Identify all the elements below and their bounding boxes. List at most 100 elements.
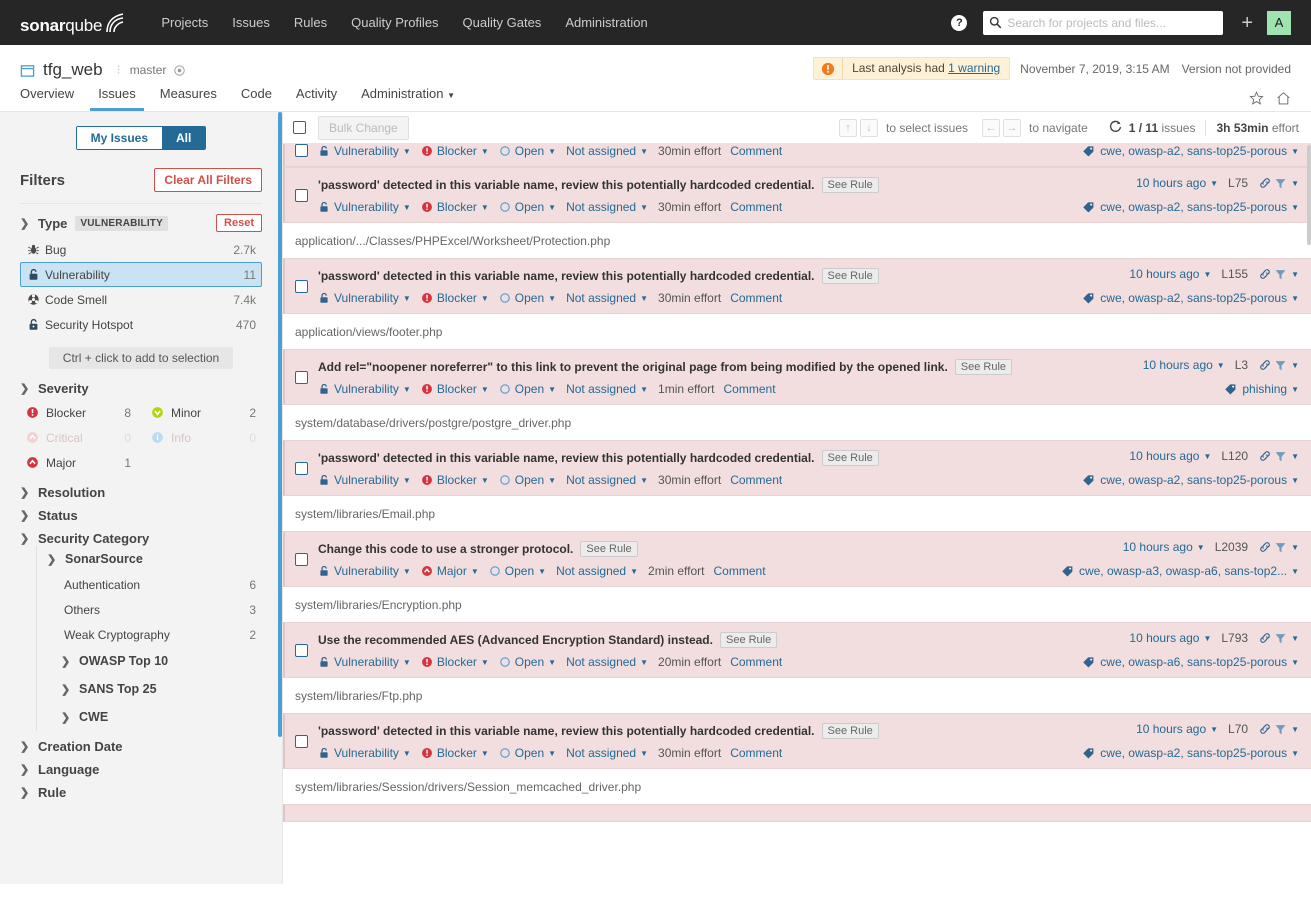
issue-type[interactable]: Vulnerability ▼: [318, 200, 411, 214]
all-issues-button[interactable]: All: [162, 127, 206, 149]
issue-age[interactable]: 10 hours ago: [1129, 267, 1199, 281]
issue-comment-link[interactable]: Comment: [730, 746, 782, 760]
facet-item-vulnerability[interactable]: Vulnerability 11: [20, 262, 262, 287]
issue-comment-link[interactable]: Comment: [730, 291, 782, 305]
issue-type[interactable]: Vulnerability ▼: [318, 291, 411, 305]
tab-activity[interactable]: Activity: [288, 86, 345, 111]
facet-group-cwe[interactable]: ❯ CWE: [47, 703, 262, 731]
see-rule-button[interactable]: See Rule: [821, 177, 879, 193]
issue-status[interactable]: Open ▼: [499, 473, 556, 487]
issue-checkbox[interactable]: [295, 189, 308, 202]
issue-checkbox[interactable]: [295, 462, 308, 475]
reload-icon[interactable]: [1108, 119, 1123, 137]
avatar[interactable]: A: [1267, 10, 1291, 35]
issue-type[interactable]: Vulnerability ▼: [318, 564, 411, 578]
issue-type[interactable]: Vulnerability ▼: [318, 144, 411, 158]
issue-severity[interactable]: Blocker ▼: [421, 473, 489, 487]
issue-age[interactable]: 10 hours ago: [1136, 176, 1206, 190]
issue-status[interactable]: Open ▼: [499, 655, 556, 669]
permalink-icon[interactable]: [1258, 540, 1272, 554]
issue-tags[interactable]: cwe, owasp-a6, sans-top25-porous ▼: [1082, 655, 1299, 669]
warning-badge[interactable]: Last analysis had 1 warning: [813, 57, 1011, 80]
facet-resolution-header[interactable]: ❯ Resolution: [20, 485, 262, 500]
filter-similar-icon[interactable]: ▼: [1274, 268, 1299, 281]
clear-all-filters-button[interactable]: Clear All Filters: [154, 168, 262, 192]
issue-checkbox[interactable]: [295, 144, 308, 157]
issue-severity[interactable]: Blocker ▼: [421, 655, 489, 669]
see-rule-button[interactable]: See Rule: [821, 723, 879, 739]
issue-assignee[interactable]: Not assigned ▼: [566, 291, 648, 305]
permalink-icon[interactable]: [1258, 176, 1272, 190]
issue-comment-link[interactable]: Comment: [730, 144, 782, 158]
issue-tags[interactable]: cwe, owasp-a2, sans-top25-porous ▼: [1082, 291, 1299, 305]
facet-language-header[interactable]: ❯ Language: [20, 762, 262, 777]
issue-age[interactable]: 10 hours ago: [1129, 449, 1199, 463]
facet-item-security-hotspot[interactable]: Security Hotspot 470: [20, 312, 262, 337]
issue-checkbox[interactable]: [295, 644, 308, 657]
issue-severity[interactable]: Blocker ▼: [421, 144, 489, 158]
facet-item-weak-cryptography[interactable]: Weak Cryptography 2: [47, 622, 262, 647]
issue-message[interactable]: Change this code to use a stronger proto…: [318, 540, 573, 558]
facet-item-major[interactable]: Major 1: [20, 450, 137, 475]
issue-tags[interactable]: cwe, owasp-a2, sans-top25-porous ▼: [1082, 200, 1299, 214]
my-issues-button[interactable]: My Issues: [76, 127, 163, 149]
see-rule-button[interactable]: See Rule: [580, 541, 638, 557]
component-path[interactable]: system/libraries/Encryption.php: [283, 587, 1311, 622]
facet-sonarsource-header[interactable]: ❯ SonarSource: [47, 546, 262, 572]
facet-type-header[interactable]: ❯ Type VULNERABILITY Reset: [20, 214, 262, 232]
facet-severity-header[interactable]: ❯ Severity: [20, 381, 262, 396]
search-input[interactable]: [1007, 15, 1218, 30]
issue-comment-link[interactable]: Comment: [730, 473, 782, 487]
facet-item-minor[interactable]: Minor 2: [145, 400, 262, 425]
component-path[interactable]: system/libraries/Ftp.php: [283, 678, 1311, 713]
see-rule-button[interactable]: See Rule: [821, 268, 879, 284]
issue-tags[interactable]: phishing ▼: [1224, 382, 1299, 396]
warning-link[interactable]: 1 warning: [948, 61, 1000, 75]
issue-assignee[interactable]: Not assigned ▼: [566, 382, 648, 396]
issue-row[interactable]: 'password' detected in this variable nam…: [283, 167, 1311, 223]
nav-link-administration[interactable]: Administration: [553, 0, 659, 45]
see-rule-button[interactable]: See Rule: [954, 359, 1013, 375]
issue-assignee[interactable]: Not assigned ▼: [566, 655, 648, 669]
facet-type-reset-button[interactable]: Reset: [216, 214, 262, 232]
issue-severity[interactable]: Major ▼: [421, 564, 479, 578]
nav-link-projects[interactable]: Projects: [149, 0, 220, 45]
issue-type[interactable]: Vulnerability ▼: [318, 655, 411, 669]
issue-tags[interactable]: cwe, owasp-a2, sans-top25-porous ▼: [1082, 144, 1299, 158]
issue-type[interactable]: Vulnerability ▼: [318, 746, 411, 760]
tab-measures[interactable]: Measures: [152, 86, 225, 111]
see-rule-button[interactable]: See Rule: [821, 450, 879, 466]
facet-creation-date-header[interactable]: ❯ Creation Date: [20, 739, 262, 754]
issue-assignee[interactable]: Not assigned ▼: [566, 746, 648, 760]
bulk-change-button[interactable]: Bulk Change: [318, 115, 409, 140]
facet-item-authentication[interactable]: Authentication 6: [47, 572, 262, 597]
issue-assignee[interactable]: Not assigned ▼: [566, 144, 648, 158]
issue-status[interactable]: Open ▼: [499, 382, 556, 396]
facet-item-info[interactable]: Info 0: [145, 425, 262, 450]
nav-link-quality-gates[interactable]: Quality Gates: [451, 0, 554, 45]
help-icon[interactable]: ?: [951, 14, 968, 31]
nav-link-quality-profiles[interactable]: Quality Profiles: [339, 0, 450, 45]
search-box[interactable]: [983, 10, 1224, 35]
issue-message[interactable]: 'password' detected in this variable nam…: [318, 722, 815, 740]
issue-message[interactable]: 'password' detected in this variable nam…: [318, 176, 815, 194]
permalink-icon[interactable]: [1258, 722, 1272, 736]
issue-checkbox[interactable]: [295, 553, 308, 566]
issue-row[interactable]: Add rel="noopener noreferrer" to this li…: [283, 349, 1311, 405]
issue-row[interactable]: 'password' detected in this variable nam…: [283, 258, 1311, 314]
facet-group-owasp-top-10[interactable]: ❯ OWASP Top 10: [47, 647, 262, 675]
create-new-button[interactable]: +: [1241, 13, 1253, 33]
facet-group-sans-top-25[interactable]: ❯ SANS Top 25: [47, 675, 262, 703]
issue-age[interactable]: 10 hours ago: [1143, 358, 1213, 372]
issue-checkbox[interactable]: [295, 371, 308, 384]
issues-scrollbar[interactable]: [1307, 145, 1311, 245]
select-all-checkbox[interactable]: [293, 121, 306, 134]
permalink-icon[interactable]: [1258, 449, 1272, 463]
tab-code[interactable]: Code: [233, 86, 280, 111]
facet-item-bug[interactable]: Bug 2.7k: [20, 237, 262, 262]
issue-message[interactable]: Add rel="noopener noreferrer" to this li…: [318, 358, 948, 376]
nav-link-rules[interactable]: Rules: [282, 0, 339, 45]
component-path[interactable]: system/database/drivers/postgre/postgre_…: [283, 405, 1311, 440]
favorite-star-icon[interactable]: [1249, 91, 1264, 106]
component-path[interactable]: system/libraries/Email.php: [283, 496, 1311, 531]
